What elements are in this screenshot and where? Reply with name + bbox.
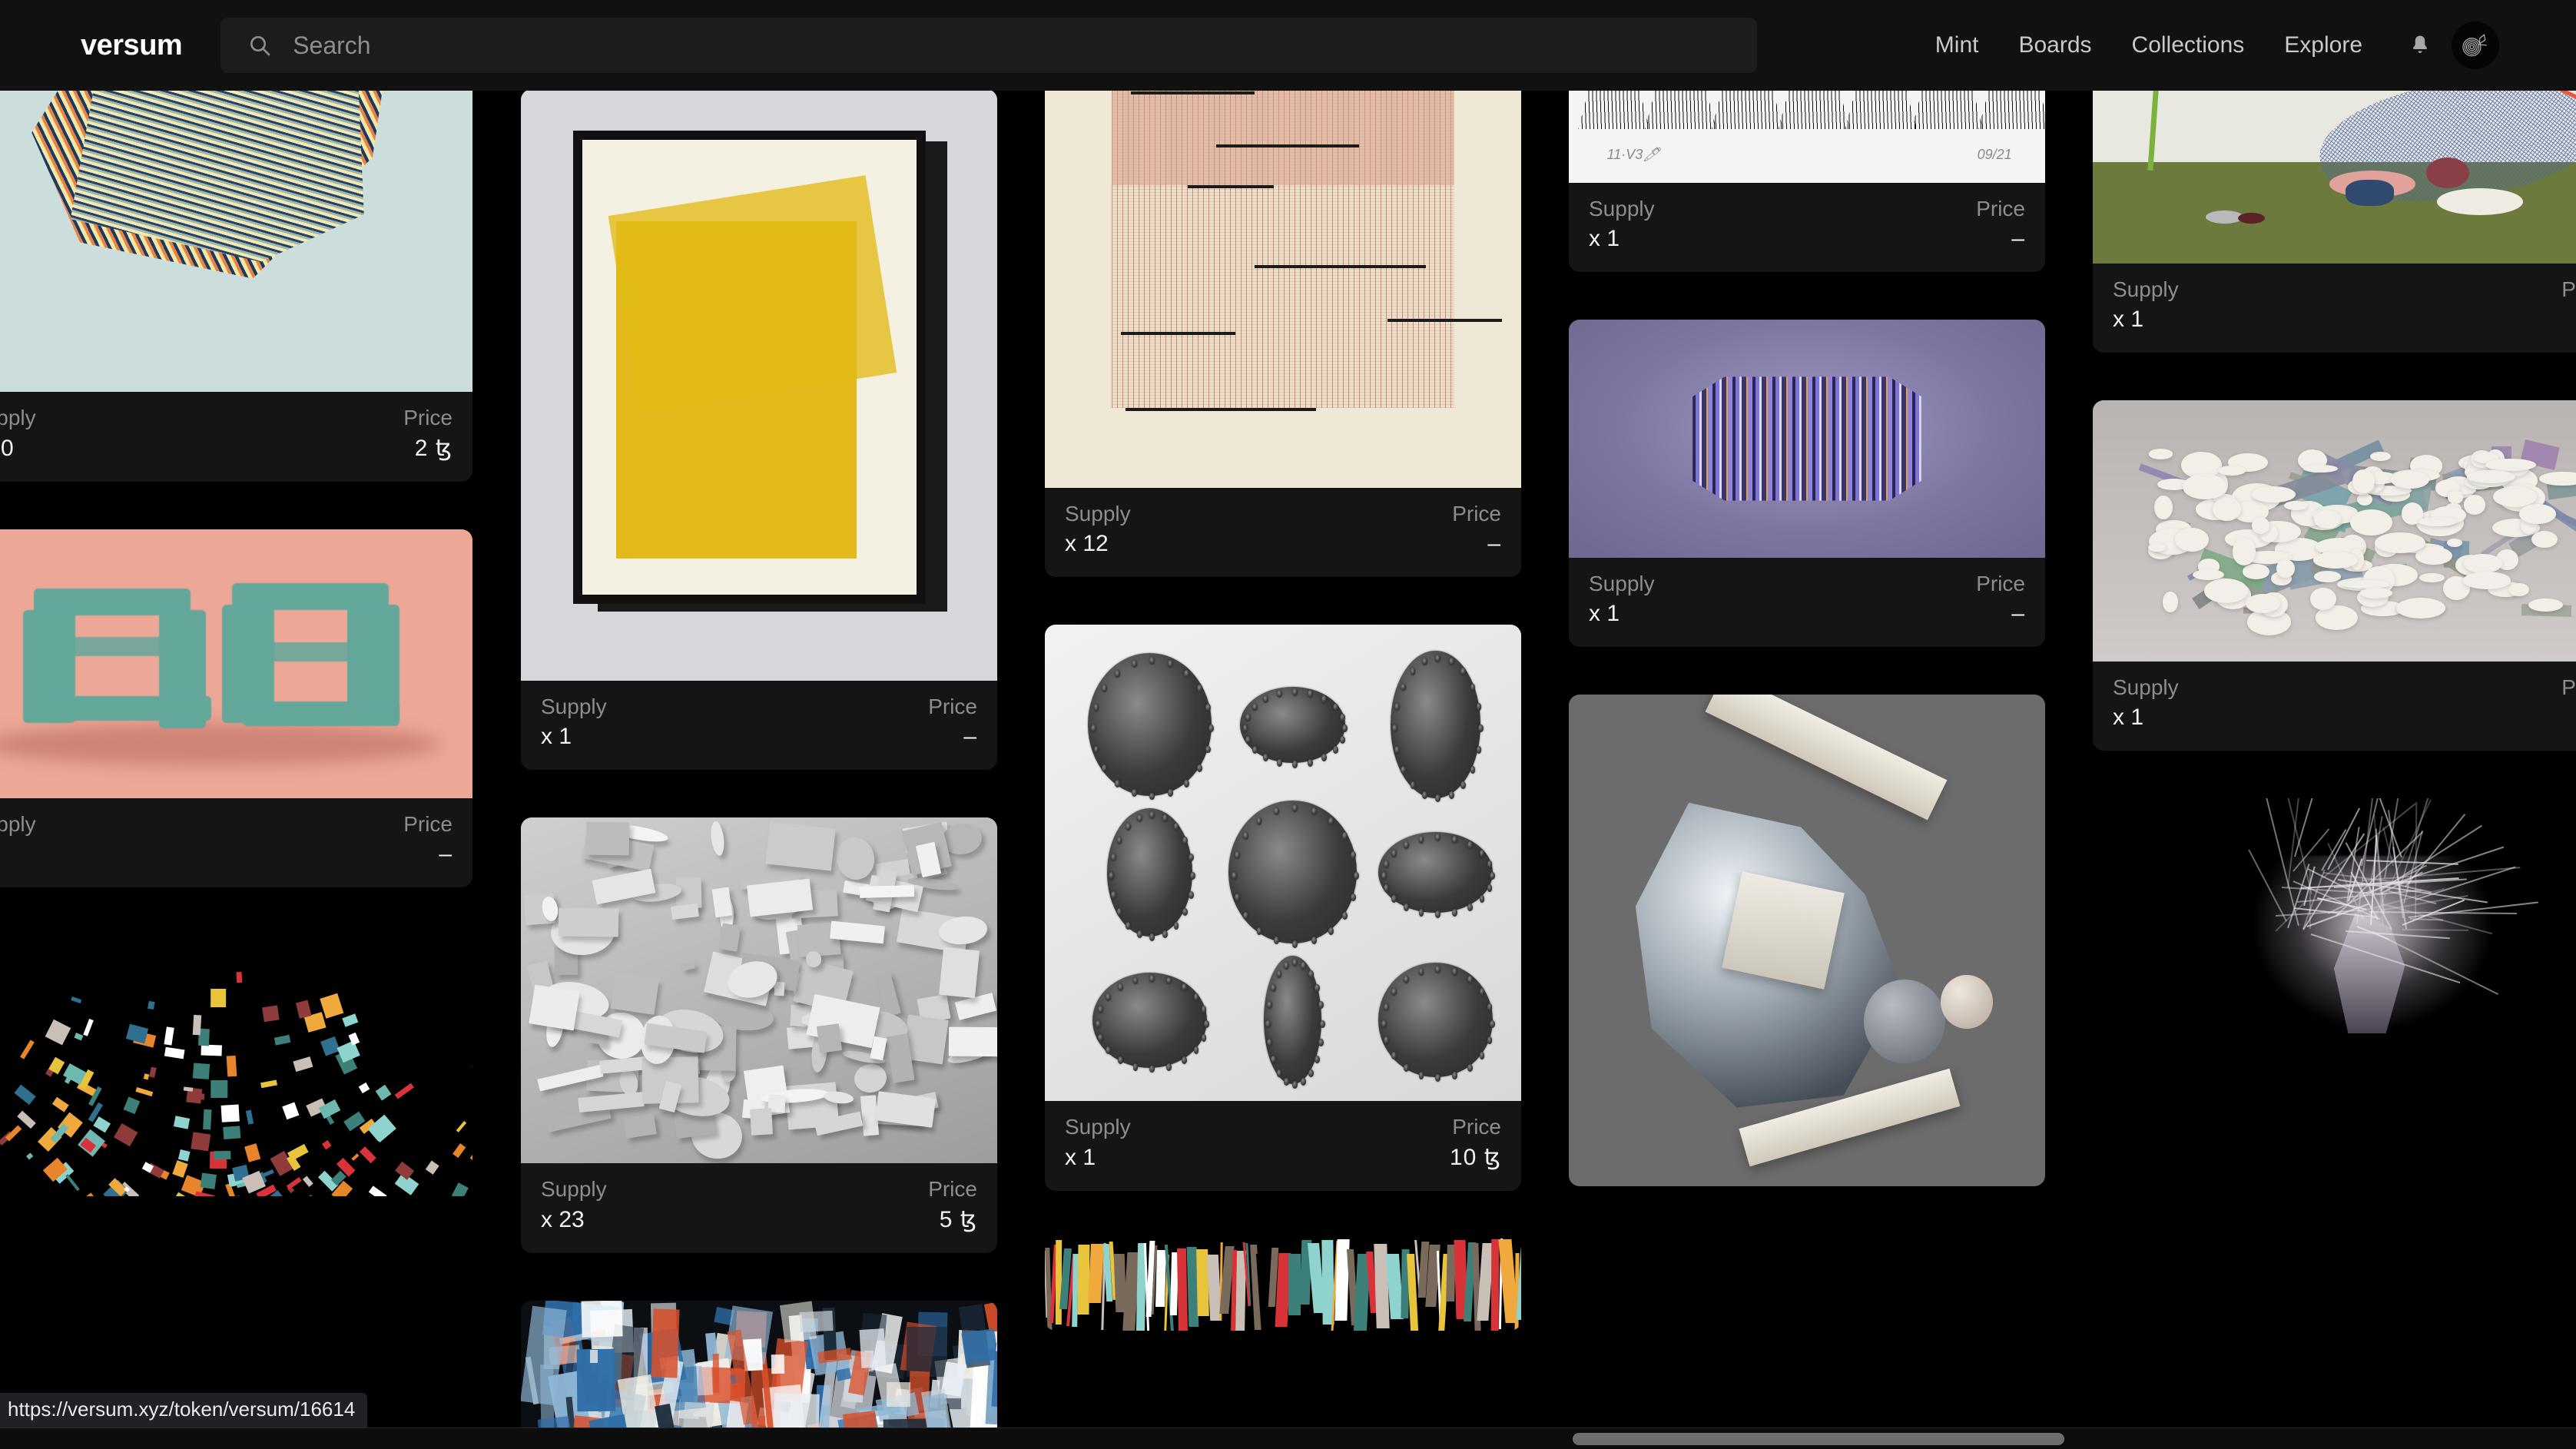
token-card[interactable]	[0, 935, 472, 1196]
price-value: 2 ꜩ	[414, 436, 453, 461]
supply-value: x 1	[541, 724, 572, 749]
price-label: Price	[1976, 197, 2025, 220]
horizontal-scrollbar[interactable]	[0, 1427, 2576, 1449]
token-meta: Supply Price x 1 –	[1569, 558, 2045, 647]
token-card[interactable]: 11·V3🖊 09/21 Supply Price x 1 –	[1569, 91, 2045, 272]
supply-value: x 1	[1065, 1145, 1096, 1170]
price-value: 5 ꜩ	[939, 1207, 977, 1232]
price-value: –	[2011, 601, 2025, 626]
price-label: Price	[2561, 277, 2576, 301]
token-artwork	[2093, 798, 2576, 1059]
token-artwork	[1045, 91, 1521, 488]
supply-label: Supply	[1065, 1115, 1131, 1139]
token-card[interactable]	[1045, 1238, 1521, 1331]
supply-value: x 1	[2113, 307, 2144, 332]
supply-value: x 1	[2113, 705, 2144, 730]
token-meta: Supply Price x 1 –	[1569, 183, 2045, 272]
supply-value: x 1	[0, 841, 1, 867]
token-card[interactable]: Supply Price x 1 –	[1569, 320, 2045, 647]
price-label: Price	[1452, 1115, 1501, 1139]
supply-label: Supply	[1065, 502, 1131, 526]
search-input[interactable]: Search	[220, 18, 1758, 73]
token-artwork	[0, 91, 472, 392]
nav-item-explore[interactable]: Explore	[2264, 32, 2382, 58]
supply-value: x 10	[0, 436, 14, 461]
price-label: Price	[1976, 572, 2025, 595]
link-preview-status-bar: https://versum.xyz/token/versum/16614	[0, 1393, 368, 1427]
token-card[interactable]	[2093, 798, 2576, 1059]
token-card[interactable]: Supply Price x 12 –	[1045, 91, 1521, 577]
supply-label: Supply	[2113, 277, 2179, 301]
token-meta: Supply Price x 1 –	[521, 681, 997, 770]
main-nav: Mint Boards Collections Explore	[1915, 22, 2499, 69]
token-artwork	[521, 91, 997, 681]
token-artwork	[1569, 695, 2045, 1186]
token-artwork	[1045, 625, 1521, 1101]
token-artwork	[1045, 1238, 1521, 1331]
price-label: Price	[928, 1177, 977, 1201]
column-1: Supply Price x 10 2 ꜩ	[0, 91, 472, 1244]
token-meta: Supply Price x 1 –	[0, 798, 472, 887]
supply-value: x 1	[1589, 601, 1620, 626]
price-value: –	[963, 724, 977, 749]
token-meta: Supply Price x 1 –	[2093, 662, 2576, 751]
token-artwork	[2093, 91, 2576, 264]
supply-label: Supply	[1589, 197, 1655, 220]
token-meta: Supply Price x 12 –	[1045, 488, 1521, 577]
supply-value: x 1	[1589, 226, 1620, 251]
token-artwork	[0, 529, 472, 798]
supply-value: x 23	[541, 1207, 585, 1232]
search-placeholder: Search	[293, 31, 371, 59]
token-card[interactable]: Supply Price x 23 5 ꜩ	[521, 817, 997, 1253]
price-label: Price	[928, 695, 977, 718]
token-card[interactable]	[1569, 695, 2045, 1186]
token-card[interactable]: Supply Price x 1 10 ꜩ	[1045, 625, 1521, 1191]
avatar-icon	[2462, 34, 2488, 57]
price-label: Price	[2561, 675, 2576, 699]
price-label: Price	[403, 406, 453, 429]
token-meta: Supply Price x 10 2 ꜩ	[0, 392, 472, 482]
nav-item-collections[interactable]: Collections	[2112, 32, 2265, 58]
price-value: –	[1487, 531, 1501, 556]
supply-label: Supply	[541, 695, 607, 718]
top-navigation-bar: versum Search Mint Boards Collections Ex…	[0, 0, 2576, 91]
price-label: Price	[1452, 502, 1501, 526]
price-value: –	[2011, 226, 2025, 251]
token-card[interactable]: Supply Price x 1 –	[0, 529, 472, 887]
token-card[interactable]: Supply Price x 1 –	[2093, 400, 2576, 751]
supply-label: Supply	[2113, 675, 2179, 699]
column-2: Supply Price x 1 – Supply Price x 23 5 ꜩ	[521, 91, 997, 1449]
nav-item-boards[interactable]: Boards	[1998, 32, 2111, 58]
supply-label: Supply	[0, 812, 36, 836]
supply-label: Supply	[541, 1177, 607, 1201]
token-artwork: 11·V3🖊 09/21	[1569, 91, 2045, 183]
token-card[interactable]: Supply Price x 1 –	[2093, 91, 2576, 353]
token-artwork	[521, 817, 997, 1163]
search-icon	[247, 32, 273, 58]
token-grid: Supply Price x 10 2 ꜩ	[0, 91, 2576, 1449]
price-value: –	[439, 841, 453, 867]
scrollbar-thumb[interactable]	[1573, 1433, 2064, 1445]
token-meta: Supply Price x 23 5 ꜩ	[521, 1163, 997, 1253]
price-value: 10 ꜩ	[1450, 1145, 1501, 1170]
token-artwork	[1569, 320, 2045, 558]
column-3: Supply Price x 12 – Supply Price x 1 10 …	[1045, 91, 1521, 1378]
token-artwork	[2093, 400, 2576, 662]
price-label: Price	[403, 812, 453, 836]
token-card[interactable]: Supply Price x 10 2 ꜩ	[0, 91, 472, 482]
token-artwork	[0, 935, 472, 1196]
brand-logo[interactable]: versum	[81, 29, 183, 62]
column-4: 11·V3🖊 09/21 Supply Price x 1 – Supply P…	[1569, 91, 2045, 1234]
bell-icon[interactable]	[2409, 32, 2432, 58]
token-card[interactable]: Supply Price x 1 –	[521, 91, 997, 770]
avatar[interactable]	[2452, 22, 2499, 69]
column-5: Supply Price x 1 – Supply Price x 1	[2093, 91, 2576, 1107]
supply-label: Supply	[0, 406, 36, 429]
supply-value: x 12	[1065, 531, 1109, 556]
token-meta: Supply Price x 1 –	[2093, 264, 2576, 353]
nav-item-mint[interactable]: Mint	[1915, 32, 1999, 58]
supply-label: Supply	[1589, 572, 1655, 595]
token-meta: Supply Price x 1 10 ꜩ	[1045, 1101, 1521, 1191]
